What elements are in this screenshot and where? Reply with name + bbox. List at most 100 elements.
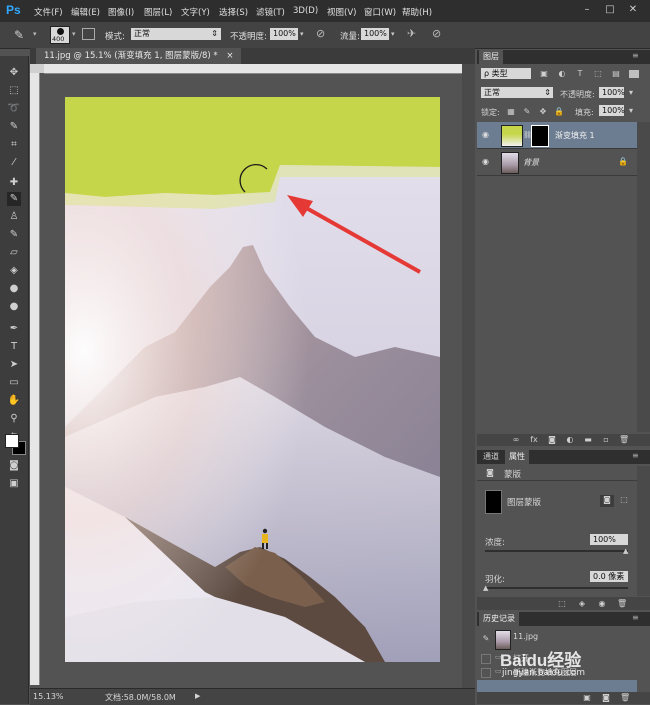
- blur-tool-icon[interactable]: ●: [7, 282, 21, 296]
- eraser-tool-icon[interactable]: ▱: [7, 246, 21, 260]
- menu-window[interactable]: 窗口(W): [364, 6, 396, 18]
- fill-slider-icon[interactable]: ▾: [626, 106, 636, 116]
- history-item-selected[interactable]: [477, 680, 637, 692]
- tab-layers[interactable]: 图层: [479, 50, 503, 64]
- panel-menu-icon[interactable]: ≡: [632, 451, 639, 460]
- new-snapshot-icon[interactable]: ◙: [601, 693, 611, 703]
- brush-preset-dropdown-icon[interactable]: ▾: [72, 30, 76, 38]
- menu-layer[interactable]: 图层(L): [144, 6, 172, 18]
- status-menu-arrow-icon[interactable]: ▶: [195, 692, 200, 700]
- filter-type-icon[interactable]: T: [575, 69, 585, 79]
- rectangle-tool-icon[interactable]: ▭: [7, 376, 21, 390]
- tab-channels[interactable]: 通道: [479, 450, 503, 464]
- brush-preset-picker[interactable]: 400: [50, 26, 70, 44]
- crop-tool-icon[interactable]: ⌗: [7, 138, 21, 152]
- filter-smart-object-icon[interactable]: ▤: [611, 69, 621, 79]
- menu-image[interactable]: 图像(I): [108, 6, 134, 18]
- flow-input[interactable]: 100%: [361, 28, 389, 40]
- feather-input[interactable]: 0.0 像素: [590, 571, 628, 582]
- zoom-level[interactable]: 15.13%: [33, 692, 64, 701]
- tool-preset-dropdown-icon[interactable]: ▾: [33, 30, 37, 38]
- brush-icon[interactable]: ✎: [12, 28, 26, 42]
- delete-layer-icon[interactable]: 🗑: [619, 435, 629, 445]
- feather-slider-handle[interactable]: ▲: [483, 584, 488, 592]
- gradient-tool-icon[interactable]: ◈: [7, 264, 21, 278]
- new-adjustment-icon[interactable]: ◐: [565, 435, 575, 445]
- pen-tool-icon[interactable]: ✒: [7, 322, 21, 336]
- tab-history[interactable]: 历史记录: [479, 612, 519, 626]
- menu-view[interactable]: 视图(V): [327, 6, 356, 18]
- history-brush-source-icon[interactable]: ✎: [481, 634, 491, 644]
- link-layers-icon[interactable]: ∞: [511, 435, 521, 445]
- lasso-tool-icon[interactable]: ➰: [7, 102, 21, 116]
- zoom-tool-icon[interactable]: ⚲: [7, 412, 21, 426]
- lock-all-icon[interactable]: 🔒: [554, 107, 564, 117]
- quick-mask-icon[interactable]: ◙: [7, 459, 21, 473]
- layer-row-background[interactable]: ◉ 背景 🔒: [477, 149, 637, 176]
- eyedropper-tool-icon[interactable]: ⁄: [7, 156, 21, 170]
- mode-select[interactable]: 正常 ⇕: [131, 28, 221, 40]
- menu-type[interactable]: 文字(Y): [181, 6, 210, 18]
- feather-slider[interactable]: [485, 587, 628, 589]
- brush-panel-toggle-icon[interactable]: [82, 28, 95, 40]
- hand-tool-icon[interactable]: ✋: [7, 394, 21, 408]
- new-group-icon[interactable]: ▬: [583, 435, 593, 445]
- pressure-size-icon[interactable]: ⊘: [432, 27, 441, 40]
- quick-selection-tool-icon[interactable]: ✎: [7, 120, 21, 134]
- panel-menu-icon[interactable]: ≡: [632, 613, 639, 622]
- apply-mask-icon[interactable]: ◈: [577, 599, 587, 609]
- lock-position-icon[interactable]: ✥: [538, 107, 548, 117]
- delete-mask-icon[interactable]: 🗑: [617, 599, 627, 609]
- airbrush-icon[interactable]: ✈: [407, 27, 416, 40]
- select-vector-mask-icon[interactable]: ⬚: [619, 495, 629, 505]
- maximize-button[interactable]: □: [601, 3, 619, 17]
- density-slider-handle[interactable]: ▲: [623, 547, 628, 555]
- close-tab-icon[interactable]: ×: [226, 51, 233, 61]
- opacity-input[interactable]: 100%: [270, 28, 298, 40]
- menu-edit[interactable]: 编辑(E): [71, 6, 100, 18]
- layer-style-icon[interactable]: fx: [529, 435, 539, 445]
- opacity-slider-icon[interactable]: ▾: [626, 88, 636, 98]
- new-layer-icon[interactable]: ▫: [601, 435, 611, 445]
- delete-state-icon[interactable]: 🗑: [620, 693, 630, 703]
- clone-stamp-tool-icon[interactable]: ♙: [7, 210, 21, 224]
- screen-mode-icon[interactable]: ▣: [7, 477, 21, 491]
- properties-scrollbar[interactable]: [637, 466, 650, 596]
- density-input[interactable]: 100%: [590, 534, 628, 545]
- history-brush-tool-icon[interactable]: ✎: [7, 228, 21, 242]
- history-state-checkbox[interactable]: [481, 668, 491, 678]
- document-canvas[interactable]: [65, 97, 440, 662]
- toggle-mask-icon[interactable]: ◉: [597, 599, 607, 609]
- lock-image-icon[interactable]: ✎: [522, 107, 532, 117]
- dodge-tool-icon[interactable]: ●: [7, 300, 21, 314]
- opacity-dropdown-icon[interactable]: ▾: [300, 30, 304, 38]
- menu-filter[interactable]: 滤镜(T): [256, 6, 285, 18]
- blend-mode-select[interactable]: 正常 ⇕: [481, 87, 553, 98]
- filter-shape-icon[interactable]: ⬚: [593, 69, 603, 79]
- menu-select[interactable]: 选择(S): [219, 6, 248, 18]
- menu-3d[interactable]: 3D(D): [293, 6, 318, 16]
- vertical-scrollbar[interactable]: [462, 64, 475, 688]
- pressure-opacity-icon[interactable]: ⊘: [316, 27, 325, 40]
- layers-scrollbar[interactable]: [637, 122, 650, 432]
- layer-filter-select[interactable]: ρ 类型: [481, 68, 531, 79]
- menu-help[interactable]: 帮助(H): [402, 6, 432, 18]
- select-pixel-mask-icon[interactable]: ◙: [600, 495, 614, 507]
- add-mask-icon[interactable]: ◙: [547, 435, 557, 445]
- lock-transparent-icon[interactable]: ▦: [506, 107, 516, 117]
- eye-icon[interactable]: ◉: [482, 130, 492, 140]
- close-window-button[interactable]: ✕: [624, 3, 642, 17]
- foreground-color-swatch[interactable]: [5, 434, 19, 448]
- density-slider[interactable]: [485, 550, 628, 552]
- panel-menu-icon[interactable]: ≡: [632, 51, 639, 60]
- filter-adjustment-icon[interactable]: ◐: [557, 69, 567, 79]
- flow-dropdown-icon[interactable]: ▾: [391, 30, 395, 38]
- document-tab[interactable]: 11.jpg @ 15.1% (渐变填充 1, 图层蒙版/8) * ×: [36, 48, 242, 64]
- filter-pixel-icon[interactable]: ▣: [539, 69, 549, 79]
- eye-icon[interactable]: ◉: [482, 157, 492, 167]
- layer-mask-thumbnail[interactable]: [531, 125, 549, 147]
- minimize-button[interactable]: –: [578, 3, 596, 17]
- filter-toggle[interactable]: [629, 70, 639, 78]
- move-tool-icon[interactable]: ✥: [7, 66, 21, 80]
- tab-properties[interactable]: 属性: [505, 450, 529, 464]
